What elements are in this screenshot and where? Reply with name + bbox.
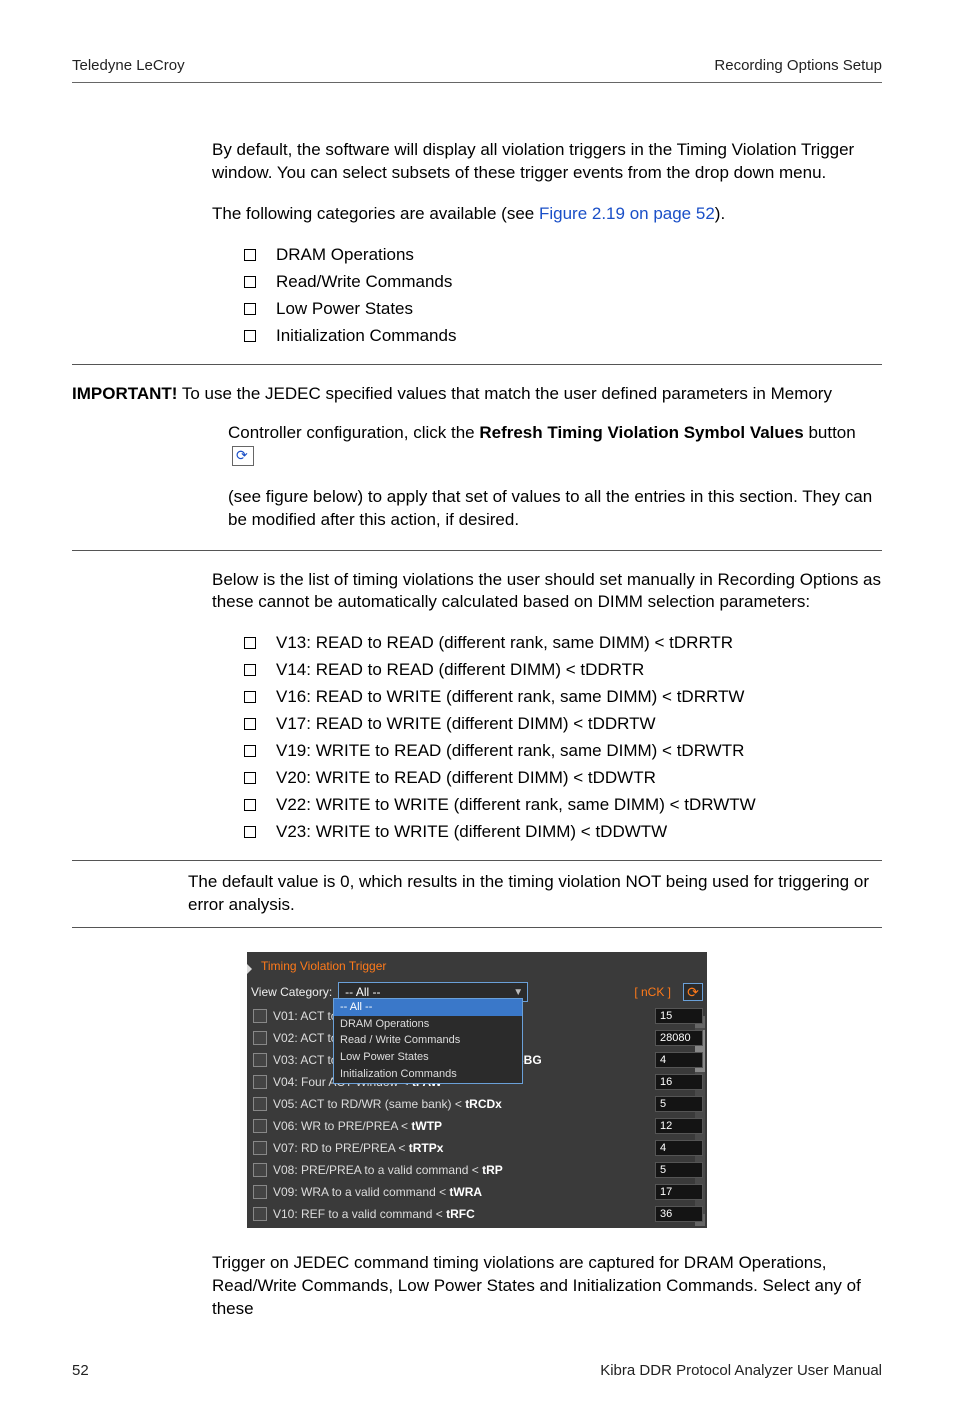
footer-title: Kibra DDR Protocol Analyzer User Manual [600,1361,882,1381]
row-label: V09: WRA to a valid command < tWRA [273,1184,647,1200]
table-row: V05: ACT to RD/WR (same bank) < tRCDx 5 [251,1094,703,1114]
important-line-2: Controller configuration, click the Refr… [228,422,882,468]
timing-violation-trigger-panel: Timing Violation Trigger View Category: … [247,952,707,1228]
list-item: V14: READ to READ (different DIMM) < tDD… [260,659,882,682]
dropdown-option[interactable]: DRAM Operations [334,1016,522,1033]
row-value-input[interactable]: 4 [655,1052,703,1068]
refresh-button[interactable]: ⟳ [683,983,703,1001]
violations-list: V13: READ to READ (different rank, same … [212,632,882,844]
row-checkbox[interactable] [253,1141,267,1155]
dropdown-option[interactable]: -- All -- [334,999,522,1016]
row-checkbox[interactable] [253,1031,267,1045]
row-value-input[interactable]: 17 [655,1184,703,1200]
dropdown-option[interactable]: Read / Write Commands [334,1032,522,1049]
table-row: V09: WRA to a valid command < tWRA 17 [251,1182,703,1202]
nck-label: [ nCK ] [634,984,671,1000]
row-checkbox[interactable] [253,1163,267,1177]
list-item: Initialization Commands [260,325,882,348]
row-value-input[interactable]: 16 [655,1074,703,1090]
row-checkbox[interactable] [253,1053,267,1067]
row-value-input[interactable]: 5 [655,1096,703,1112]
dropdown-option[interactable]: Initialization Commands [334,1066,522,1083]
row-checkbox[interactable] [253,1009,267,1023]
intro-paragraph-1: By default, the software will display al… [212,139,882,185]
list-item: V17: READ to WRITE (different DIMM) < tD… [260,713,882,736]
row-value-input[interactable]: 15 [655,1008,703,1024]
list-item: Read/Write Commands [260,271,882,294]
list-item: V20: WRITE to READ (different DIMM) < tD… [260,767,882,790]
row-label: V10: REF to a valid command < tRFC [273,1206,647,1222]
row-checkbox[interactable] [253,1119,267,1133]
panel-title: Timing Violation Trigger [261,958,703,974]
important-label: IMPORTANT! [72,384,177,403]
list-item: V22: WRITE to WRITE (different rank, sam… [260,794,882,817]
default-note: The default value is 0, which results in… [188,871,882,917]
row-checkbox[interactable] [253,1207,267,1221]
dropdown-option[interactable]: Low Power States [334,1049,522,1066]
header-right: Recording Options Setup [714,56,882,76]
row-checkbox[interactable] [253,1097,267,1111]
refresh-icon [232,446,254,466]
figure-link[interactable]: Figure 2.19 on page 52 [539,204,715,223]
row-value-input[interactable]: 12 [655,1118,703,1134]
row-value-input[interactable]: 28080 [655,1030,703,1046]
table-row: V08: PRE/PREA to a valid command < tRP 5 [251,1160,703,1180]
closing-paragraph: Trigger on JEDEC command timing violatio… [212,1252,882,1321]
row-value-input[interactable]: 5 [655,1162,703,1178]
header-left: Teledyne LeCroy [72,56,185,76]
intro-paragraph-2: The following categories are available (… [212,203,882,226]
violations-intro: Below is the list of timing violations t… [212,569,882,615]
view-category-label: View Category: [251,984,332,1000]
table-row: V06: WR to PRE/PREA < tWTP 12 [251,1116,703,1136]
row-value-input[interactable]: 4 [655,1140,703,1156]
important-line-3: (see figure below) to apply that set of … [228,486,882,532]
row-label: V06: WR to PRE/PREA < tWTP [273,1118,647,1134]
row-checkbox[interactable] [253,1075,267,1089]
important-line-1: To use the JEDEC specified values that m… [182,384,832,403]
list-item: V16: READ to WRITE (different rank, same… [260,686,882,709]
category-list: DRAM Operations Read/Write Commands Low … [212,244,882,348]
refresh-icon: ⟳ [687,983,699,1002]
dropdown-options[interactable]: -- All -- DRAM Operations Read / Write C… [333,998,523,1084]
row-checkbox[interactable] [253,1185,267,1199]
row-label: V08: PRE/PREA to a valid command < tRP [273,1162,647,1178]
row-label: V05: ACT to RD/WR (same bank) < tRCDx [273,1096,647,1112]
list-item: V13: READ to READ (different rank, same … [260,632,882,655]
list-item: V23: WRITE to WRITE (different DIMM) < t… [260,821,882,844]
table-row: V10: REF to a valid command < tRFC 36 [251,1204,703,1224]
page-number: 52 [72,1361,89,1381]
row-label: V07: RD to PRE/PREA < tRTPx [273,1140,647,1156]
list-item: Low Power States [260,298,882,321]
row-value-input[interactable]: 36 [655,1206,703,1222]
table-row: V07: RD to PRE/PREA < tRTPx 4 [251,1138,703,1158]
list-item: V19: WRITE to READ (different rank, same… [260,740,882,763]
list-item: DRAM Operations [260,244,882,267]
